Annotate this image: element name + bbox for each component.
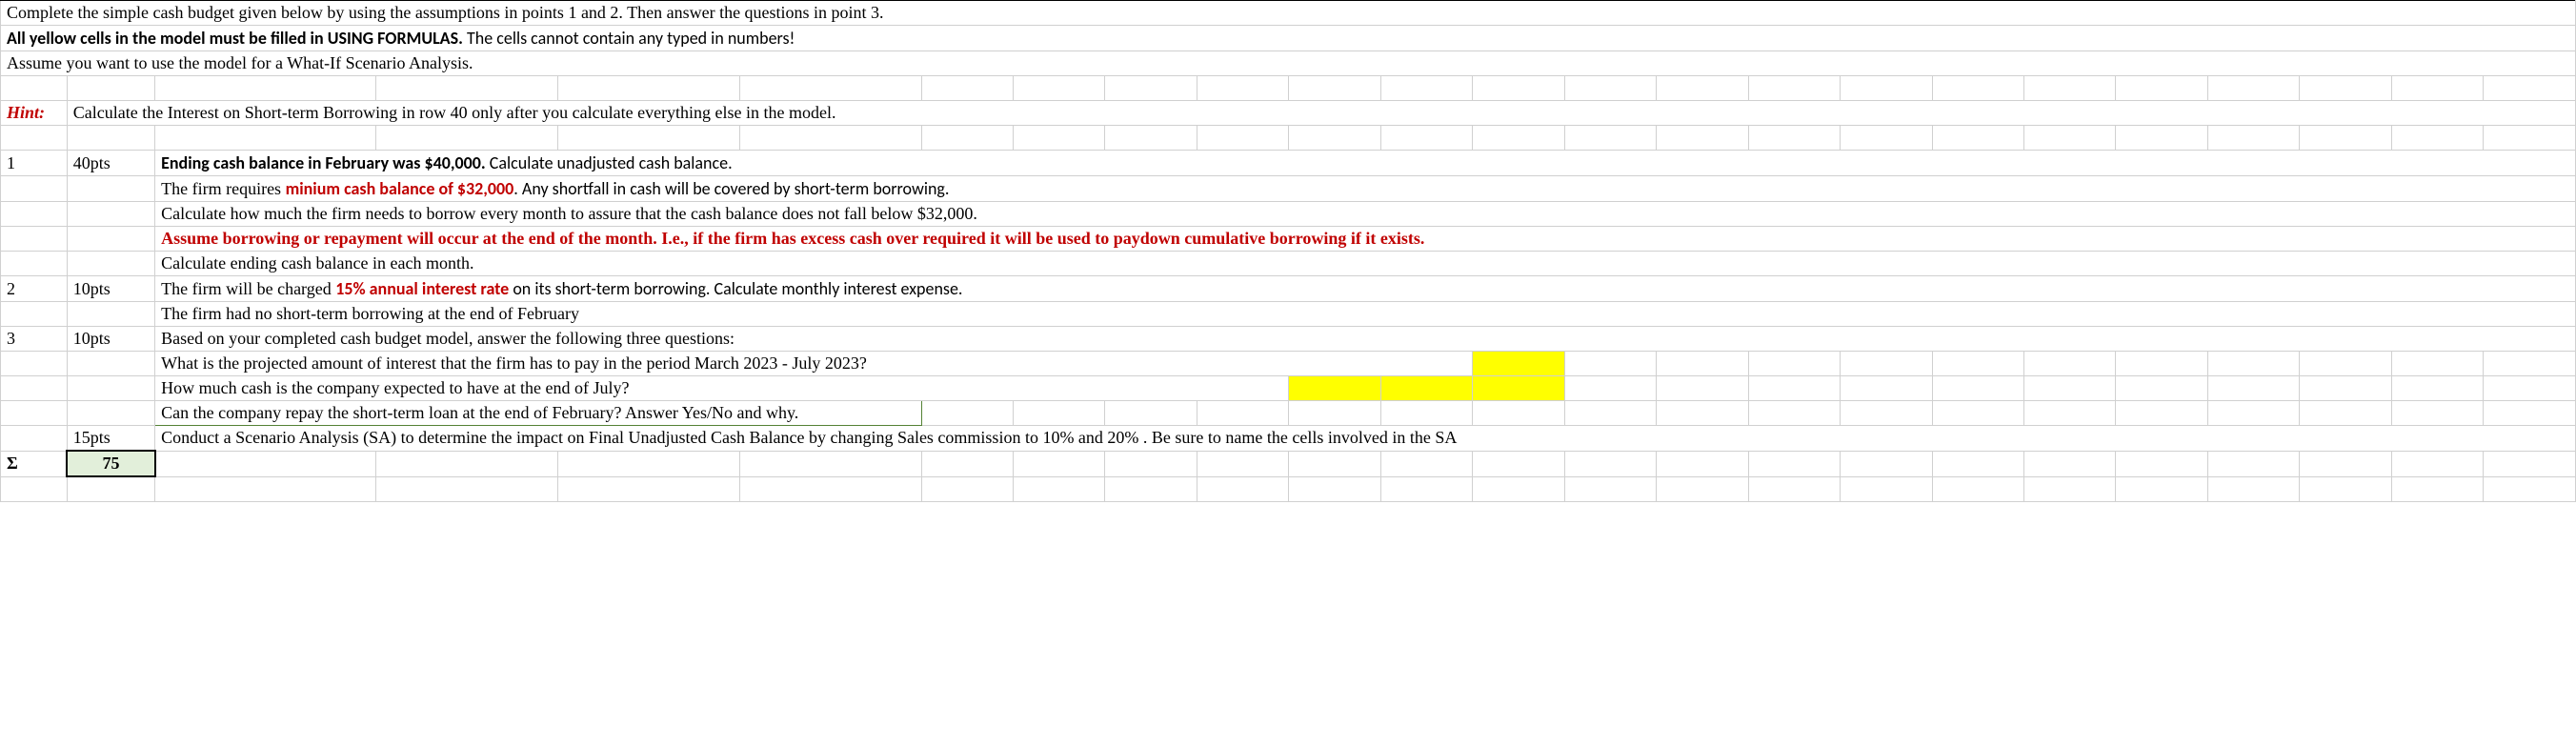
row-item3-line1: 3 10pts Based on your completed cash bud… bbox=[1, 327, 2576, 352]
cell-r2a[interactable]: The firm will be charged 15% annual inte… bbox=[155, 276, 2576, 302]
cell-r1b[interactable]: The firm requires minium cash balance of… bbox=[155, 176, 2576, 202]
cell-total[interactable]: 75 bbox=[67, 451, 154, 476]
row-blank-1 bbox=[1, 76, 2576, 101]
cell-hint-label[interactable]: Hint: bbox=[1, 101, 68, 126]
spreadsheet-grid[interactable]: Complete the simple cash budget given be… bbox=[0, 0, 2576, 502]
cell-sigma[interactable]: Σ bbox=[1, 451, 68, 476]
row-blank-end bbox=[1, 476, 2576, 501]
cell-yellow-1[interactable] bbox=[1473, 352, 1564, 376]
row-intro-3: Assume you want to use the model for a W… bbox=[1, 51, 2576, 76]
cell-yellow-2b[interactable] bbox=[1380, 376, 1472, 401]
row-intro-2: All yellow cells in the model must be fi… bbox=[1, 26, 2576, 51]
row-item1-line1: 1 40pts Ending cash balance in February … bbox=[1, 151, 2576, 176]
cell-p2[interactable]: 10pts bbox=[67, 276, 154, 302]
cell-r3b[interactable]: What is the projected amount of interest… bbox=[155, 352, 1473, 376]
cell-r3c[interactable]: How much cash is the company expected to… bbox=[155, 376, 1289, 401]
cell-r1e[interactable]: Calculate ending cash balance in each mo… bbox=[155, 252, 2576, 276]
row-item3-line2: What is the projected amount of interest… bbox=[1, 352, 2576, 376]
r1a-bold: Ending cash balance in February was $40,… bbox=[161, 152, 486, 173]
cell-p4[interactable]: 15pts bbox=[67, 426, 154, 452]
row-item2-line2: The firm had no short-term borrowing at … bbox=[1, 302, 2576, 327]
cell-intro-3[interactable]: Assume you want to use the model for a W… bbox=[1, 51, 2576, 76]
row-item1-line4: Assume borrowing or repayment will occur… bbox=[1, 227, 2576, 252]
intro2-rest: The cells cannot contain any typed in nu… bbox=[463, 28, 795, 49]
row-item2-line1: 2 10pts The firm will be charged 15% ann… bbox=[1, 276, 2576, 302]
row-blank-2 bbox=[1, 126, 2576, 151]
cell-intro-2[interactable]: All yellow cells in the model must be fi… bbox=[1, 26, 2576, 51]
cell-r1c[interactable]: Calculate how much the firm needs to bor… bbox=[155, 202, 2576, 227]
cell-yellow-2a[interactable] bbox=[1289, 376, 1380, 401]
r1b-red: minium cash balance of $32,000 bbox=[286, 178, 514, 199]
cell-n2[interactable]: 2 bbox=[1, 276, 68, 302]
row-total: Σ 75 bbox=[1, 451, 2576, 476]
intro2-bold: All yellow cells in the model must be fi… bbox=[7, 28, 463, 49]
cell-p1[interactable]: 40pts bbox=[67, 151, 154, 176]
cell-n1[interactable]: 1 bbox=[1, 151, 68, 176]
row-item1-line5: Calculate ending cash balance in each mo… bbox=[1, 252, 2576, 276]
cell-intro-1[interactable]: Complete the simple cash budget given be… bbox=[1, 1, 2576, 26]
r1b-post: . Any shortfall in cash will be covered … bbox=[513, 178, 949, 199]
r2a-red: 15% annual interest rate bbox=[335, 278, 509, 299]
r2a-post: on its short-term borrowing. Calculate m… bbox=[509, 278, 962, 299]
row-item3-line4: Can the company repay the short-term loa… bbox=[1, 401, 2576, 426]
row-item1-line2: The firm requires minium cash balance of… bbox=[1, 176, 2576, 202]
cell-r3d[interactable]: Can the company repay the short-term loa… bbox=[155, 401, 921, 426]
cell-r2b[interactable]: The firm had no short-term borrowing at … bbox=[155, 302, 2576, 327]
cell-n3[interactable]: 3 bbox=[1, 327, 68, 352]
row-intro-1: Complete the simple cash budget given be… bbox=[1, 1, 2576, 26]
row-item4: 15pts Conduct a Scenario Analysis (SA) t… bbox=[1, 426, 2576, 452]
cell-yellow-2c[interactable] bbox=[1473, 376, 1564, 401]
r2a-pre: The firm will be charged bbox=[161, 279, 335, 298]
cell-r4[interactable]: Conduct a Scenario Analysis (SA) to dete… bbox=[155, 426, 2576, 452]
row-item1-line3: Calculate how much the firm needs to bor… bbox=[1, 202, 2576, 227]
cell-p3[interactable]: 10pts bbox=[67, 327, 154, 352]
row-hint: Hint: Calculate the Interest on Short-te… bbox=[1, 101, 2576, 126]
cell-r1a[interactable]: Ending cash balance in February was $40,… bbox=[155, 151, 2576, 176]
cell-r1d[interactable]: Assume borrowing or repayment will occur… bbox=[155, 227, 2576, 252]
r1b-pre: The firm requires bbox=[161, 179, 285, 198]
cell-hint-text[interactable]: Calculate the Interest on Short-term Bor… bbox=[67, 101, 2575, 126]
r1a-rest: Calculate unadjusted cash balance. bbox=[486, 152, 733, 173]
cell-r3a[interactable]: Based on your completed cash budget mode… bbox=[155, 327, 2576, 352]
row-item3-line3: How much cash is the company expected to… bbox=[1, 376, 2576, 401]
